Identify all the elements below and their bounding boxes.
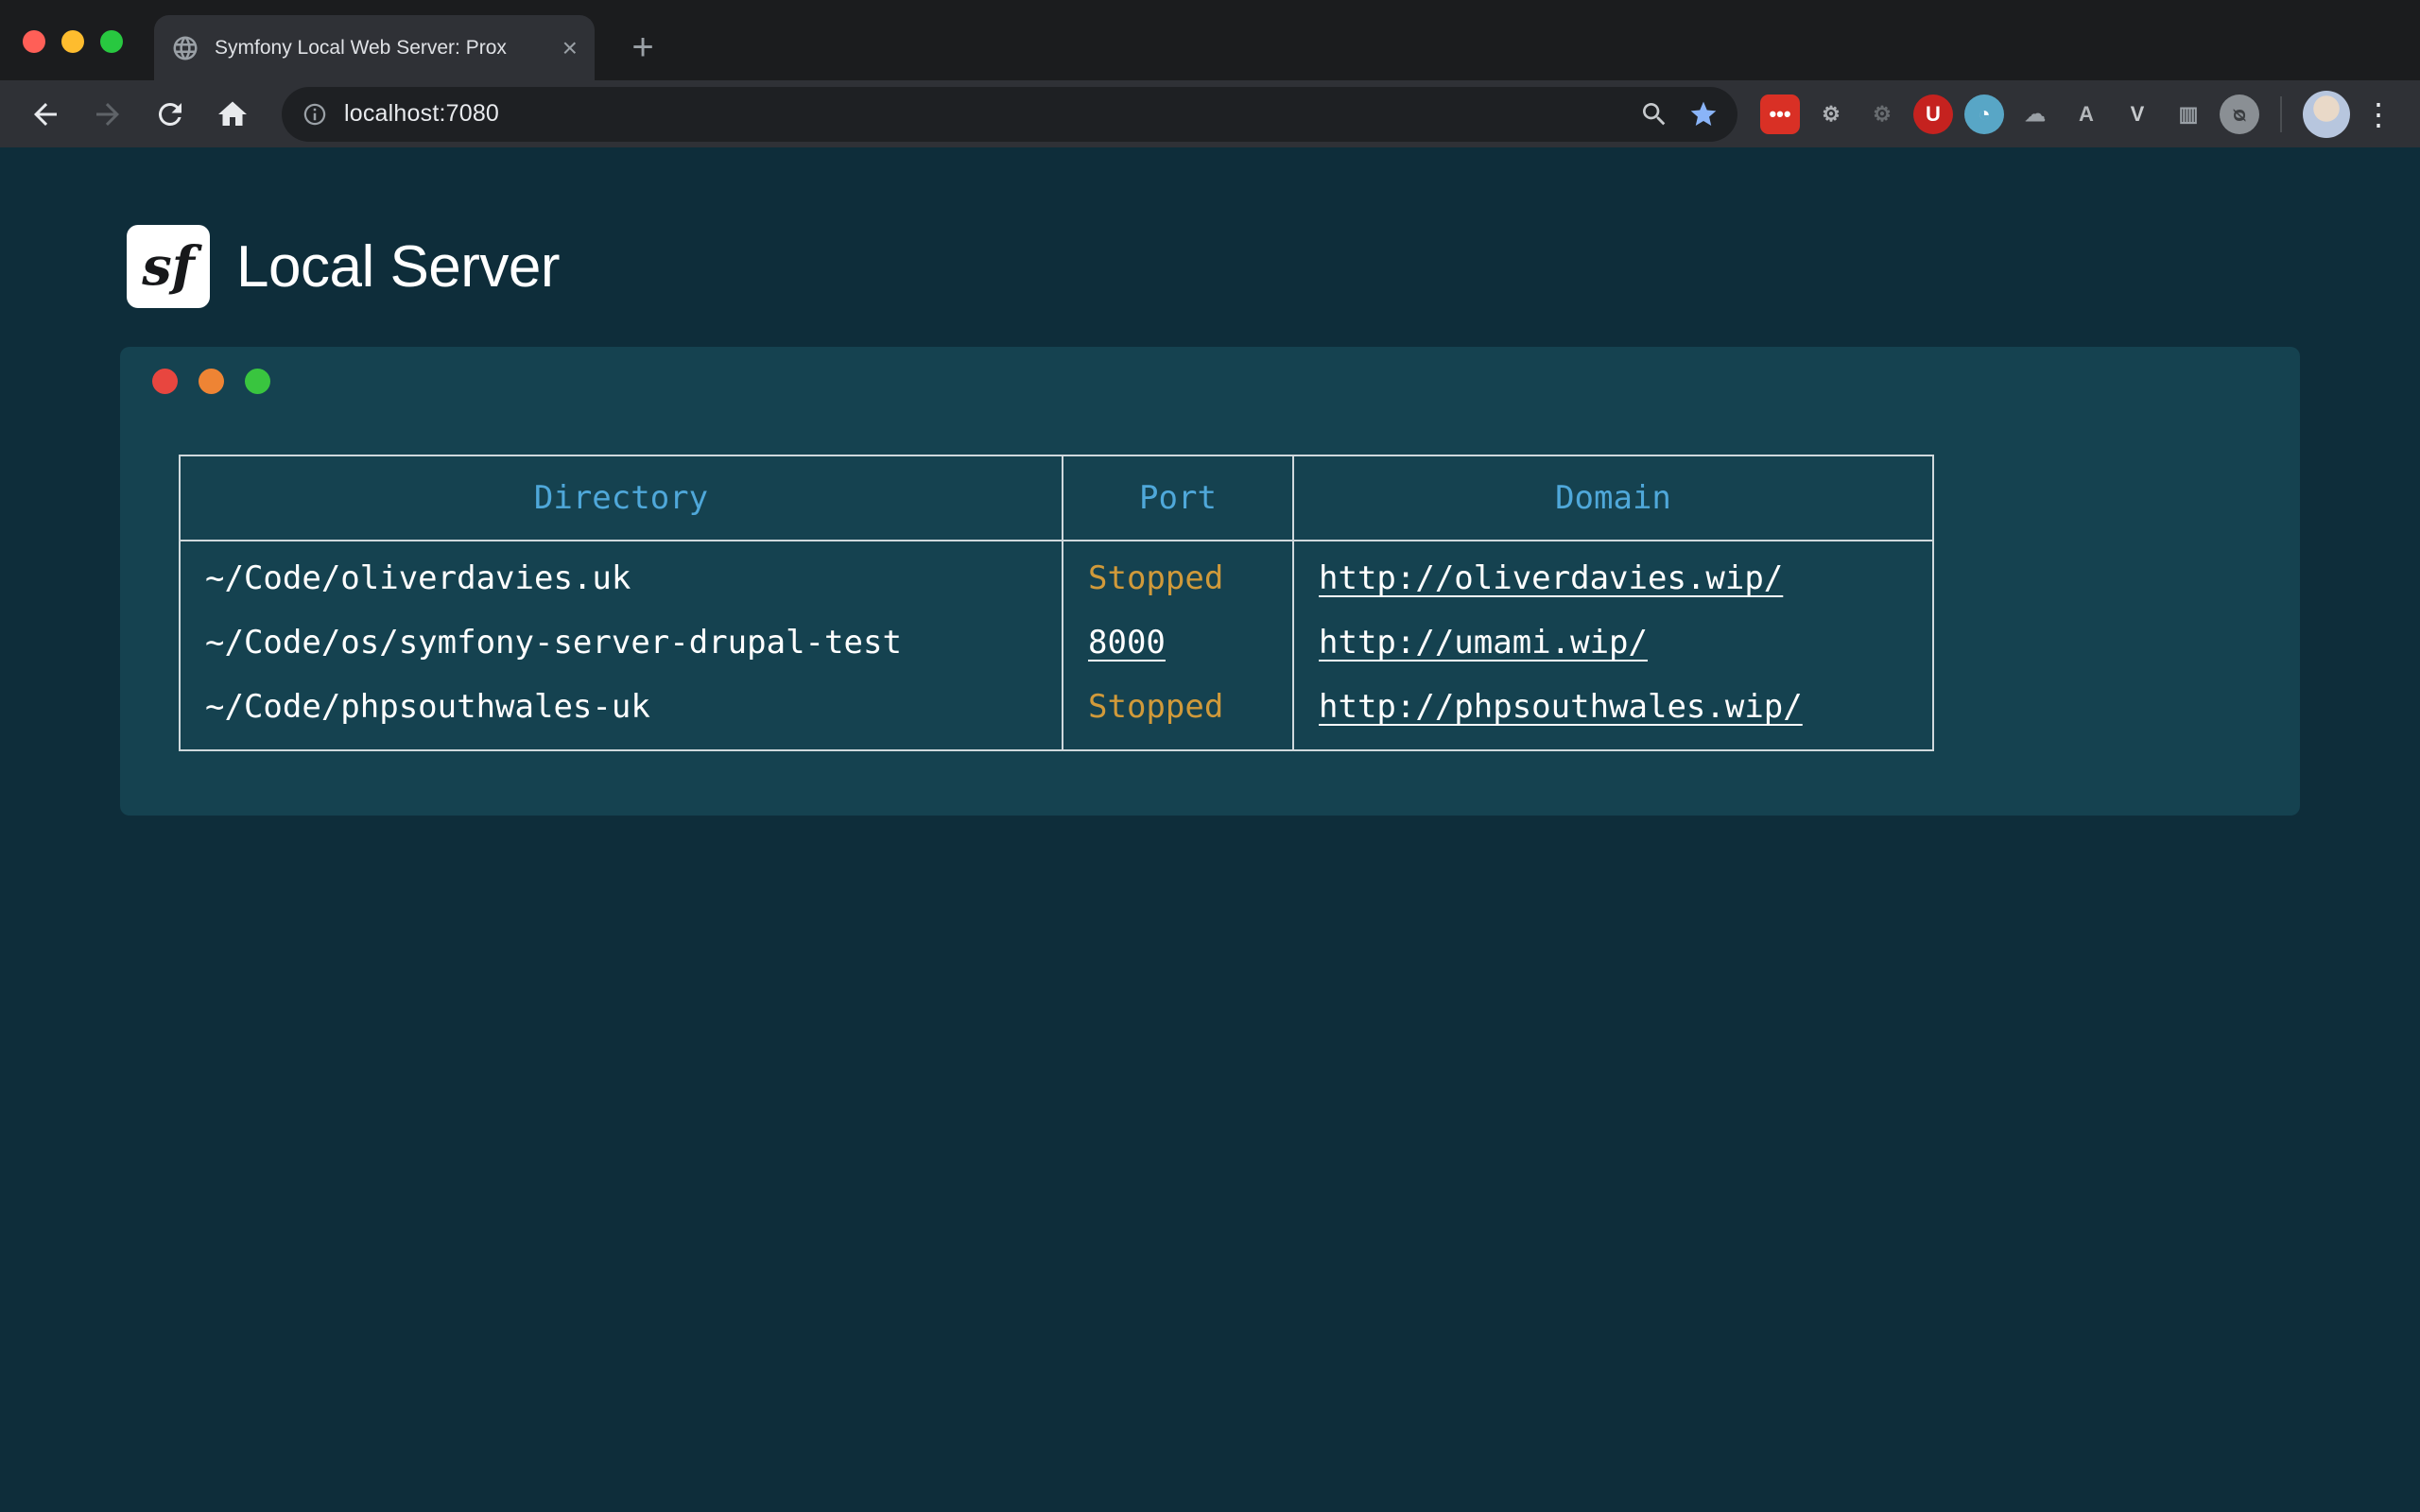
tab-favicon-globe-icon xyxy=(171,34,199,62)
forward-button[interactable] xyxy=(81,88,134,141)
table-row: ~/Code/oliverdavies.uk Stopped http://ol… xyxy=(180,541,1933,610)
browser-toolbar: localhost:7080 ••• ⚙ ⚙ U ◔ ☁ A V ▥ ᴓ xyxy=(0,80,2420,147)
url-text[interactable]: localhost:7080 xyxy=(344,100,1620,128)
back-button[interactable] xyxy=(19,88,72,141)
terminal-dot-red-icon xyxy=(152,369,178,394)
reload-button[interactable] xyxy=(144,88,197,141)
directory-cell: ~/Code/oliverdavies.uk xyxy=(180,541,1063,610)
screen: Symfony Local Web Server: Prox × + xyxy=(0,0,2420,1512)
terminal-dot-green-icon xyxy=(245,369,270,394)
extension-icon-grid[interactable]: ▥ xyxy=(2169,94,2208,134)
toolbar-divider xyxy=(2280,96,2282,132)
table-row: ~/Code/phpsouthwales-uk Stopped http://p… xyxy=(180,675,1933,750)
table-header-row: Directory Port Domain xyxy=(180,455,1933,541)
extensions-area: ••• ⚙ ⚙ U ◔ ☁ A V ▥ ᴓ xyxy=(1760,94,2259,134)
new-tab-button[interactable]: + xyxy=(616,21,669,74)
directory-cell: ~/Code/phpsouthwales-uk xyxy=(180,675,1063,750)
browser-menu-icon[interactable]: ⋮ xyxy=(2360,96,2397,132)
window-zoom-button[interactable] xyxy=(100,30,123,53)
extension-icon-red-dots[interactable]: ••• xyxy=(1760,94,1800,134)
browser-tab-active[interactable]: Symfony Local Web Server: Prox × xyxy=(154,15,595,80)
terminal-window-dots xyxy=(120,369,2300,394)
port-status-stopped: Stopped xyxy=(1088,559,1223,597)
port-status-stopped: Stopped xyxy=(1088,688,1223,726)
extension-icon-cloud[interactable]: ☁ xyxy=(2015,94,2055,134)
extension-icon-letter-v[interactable]: V xyxy=(2118,94,2157,134)
table-row: ~/Code/os/symfony-server-drupal-test 800… xyxy=(180,610,1933,675)
extension-icon-gear-light[interactable]: ⚙ xyxy=(1811,94,1851,134)
window-controls xyxy=(23,30,123,53)
servers-table: Directory Port Domain ~/Code/oliverdavie… xyxy=(179,455,1934,751)
directory-cell: ~/Code/os/symfony-server-drupal-test xyxy=(180,610,1063,675)
home-button[interactable] xyxy=(206,88,259,141)
tab-strip: Symfony Local Web Server: Prox × + xyxy=(0,0,2420,80)
extension-icon-blue-circle[interactable]: ◔ xyxy=(1964,94,2004,134)
domain-link[interactable]: http://phpsouthwales.wip/ xyxy=(1319,688,1803,726)
port-link[interactable]: 8000 xyxy=(1088,624,1166,662)
extension-icon-octocat[interactable]: ᴓ xyxy=(2220,94,2259,134)
extension-icon-letter-a[interactable]: A xyxy=(2066,94,2106,134)
tab-title: Symfony Local Web Server: Prox xyxy=(215,37,553,60)
server-terminal-card: Directory Port Domain ~/Code/oliverdavie… xyxy=(120,347,2300,816)
extension-icon-ublock[interactable]: U xyxy=(1913,94,1953,134)
zoom-icon[interactable] xyxy=(1639,99,1669,129)
terminal-dot-orange-icon xyxy=(199,369,224,394)
page-header: sf Local Server xyxy=(0,147,2420,308)
page-title: Local Server xyxy=(236,233,560,301)
symfony-logo: sf xyxy=(127,225,210,308)
profile-avatar[interactable] xyxy=(2303,91,2350,138)
bookmark-star-icon[interactable] xyxy=(1688,99,1719,129)
domain-link[interactable]: http://umami.wip/ xyxy=(1319,624,1648,662)
window-minimize-button[interactable] xyxy=(61,30,84,53)
page-content: sf Local Server Directory Port Domain xyxy=(0,147,2420,1512)
column-header-port: Port xyxy=(1063,455,1293,541)
site-info-icon[interactable] xyxy=(301,100,329,129)
tab-close-icon[interactable]: × xyxy=(562,35,578,61)
browser-chrome: Symfony Local Web Server: Prox × + xyxy=(0,0,2420,147)
domain-link[interactable]: http://oliverdavies.wip/ xyxy=(1319,559,1783,597)
symfony-logo-text: sf xyxy=(142,235,195,298)
extension-icon-gear-dark[interactable]: ⚙ xyxy=(1862,94,1902,134)
address-bar[interactable]: localhost:7080 xyxy=(282,87,1737,142)
column-header-domain: Domain xyxy=(1293,455,1933,541)
column-header-directory: Directory xyxy=(180,455,1063,541)
window-close-button[interactable] xyxy=(23,30,45,53)
